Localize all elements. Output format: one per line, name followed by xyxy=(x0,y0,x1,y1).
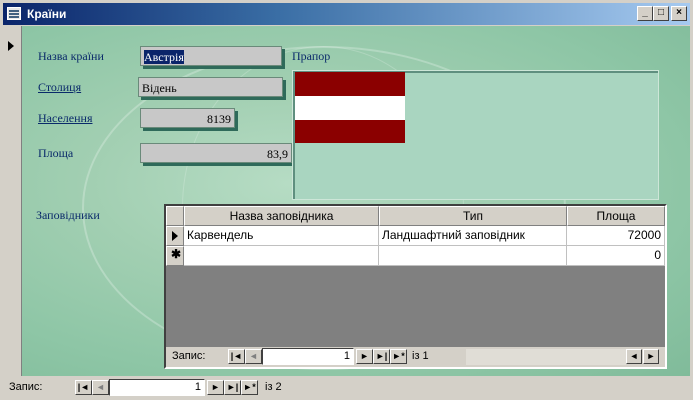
country-name-value: Австрія xyxy=(144,50,184,64)
subform-record-label: Запис: xyxy=(172,350,206,362)
form-record-label: Запис: xyxy=(9,381,43,393)
new-cell-type[interactable] xyxy=(379,246,567,266)
subform-record-number-input[interactable]: 1 xyxy=(262,348,354,365)
subform-last-record-button[interactable]: ►| xyxy=(373,349,390,364)
area-label: Площа xyxy=(38,146,74,160)
population-field[interactable]: 8139 xyxy=(140,108,235,128)
new-cell-area[interactable]: 0 xyxy=(567,246,665,266)
population-label: Населення xyxy=(38,111,93,125)
current-record-arrow-icon xyxy=(8,41,14,51)
flag-label: Прапор xyxy=(292,49,331,63)
country-name-label: Назва країни xyxy=(38,49,104,63)
subform-navigation-bar: Запис: |◄ ◄ 1 ► ►| ►* із 1 ◄ ► xyxy=(166,347,665,367)
scroll-right-button[interactable]: ► xyxy=(643,349,659,364)
subform-next-record-button[interactable]: ► xyxy=(356,349,373,364)
flag-stripe-middle xyxy=(295,96,405,120)
cell-type[interactable]: Ландшафтний заповідник xyxy=(379,226,567,246)
subform-prev-record-button[interactable]: ◄ xyxy=(245,349,262,364)
new-record-button[interactable]: ►* xyxy=(241,380,258,395)
subform-new-record-button[interactable]: ►* xyxy=(390,349,407,364)
maximize-button[interactable]: □ xyxy=(653,6,669,21)
column-header-area[interactable]: Площа xyxy=(567,206,665,226)
column-header-reserve-name[interactable]: Назва заповідника xyxy=(184,206,379,226)
flag-image-frame[interactable] xyxy=(292,70,659,200)
form-icon xyxy=(7,7,21,20)
country-name-field[interactable]: Австрія xyxy=(140,46,282,66)
window-title: Країни xyxy=(27,7,67,21)
new-record-star-icon: ✱ xyxy=(171,247,182,261)
cell-area[interactable]: 72000 xyxy=(567,226,665,246)
minimize-button[interactable]: _ xyxy=(637,6,653,21)
form-body: Назва країни Австрія Прапор Столиця Віде… xyxy=(22,26,690,376)
flag-stripe-top xyxy=(295,72,405,96)
form-navigation-bar: Запис: |◄ ◄ 1 ► ►| ►* із 2 xyxy=(3,378,690,398)
prev-record-button[interactable]: ◄ xyxy=(92,380,109,395)
reserves-label: Заповідники xyxy=(36,208,100,222)
cell-reserve-name[interactable]: Карвендель xyxy=(184,226,379,246)
first-record-button[interactable]: |◄ xyxy=(75,380,92,395)
subform-record-count: із 1 xyxy=(412,350,429,362)
last-record-button[interactable]: ►| xyxy=(224,380,241,395)
record-number-input[interactable]: 1 xyxy=(109,379,205,396)
capital-field[interactable]: Відень xyxy=(138,77,283,97)
title-bar[interactable]: Країни _ □ × xyxy=(3,3,690,25)
subform-horizontal-scrollbar[interactable] xyxy=(466,349,626,365)
capital-label: Столиця xyxy=(38,80,82,94)
next-record-button[interactable]: ► xyxy=(207,380,224,395)
area-field[interactable]: 83,9 xyxy=(140,143,292,163)
column-header-type[interactable]: Тип xyxy=(379,206,567,226)
subform-first-record-button[interactable]: |◄ xyxy=(228,349,245,364)
subform-corner[interactable] xyxy=(166,206,184,226)
new-row-selector[interactable]: ✱ xyxy=(166,246,184,266)
access-form-window: Країни _ □ × Назва країни Австрія Прапор… xyxy=(0,0,693,400)
close-button[interactable]: × xyxy=(671,6,687,21)
new-cell-reserve-name[interactable] xyxy=(184,246,379,266)
current-row-arrow-icon xyxy=(172,231,178,241)
row-selector[interactable] xyxy=(166,226,184,246)
record-selector[interactable] xyxy=(3,26,22,376)
record-count: із 2 xyxy=(265,381,282,393)
reserves-subform: Назва заповідника Тип Площа Карвендель Л… xyxy=(164,204,667,369)
flag-stripe-bottom xyxy=(295,120,405,143)
scroll-left-button[interactable]: ◄ xyxy=(626,349,642,364)
